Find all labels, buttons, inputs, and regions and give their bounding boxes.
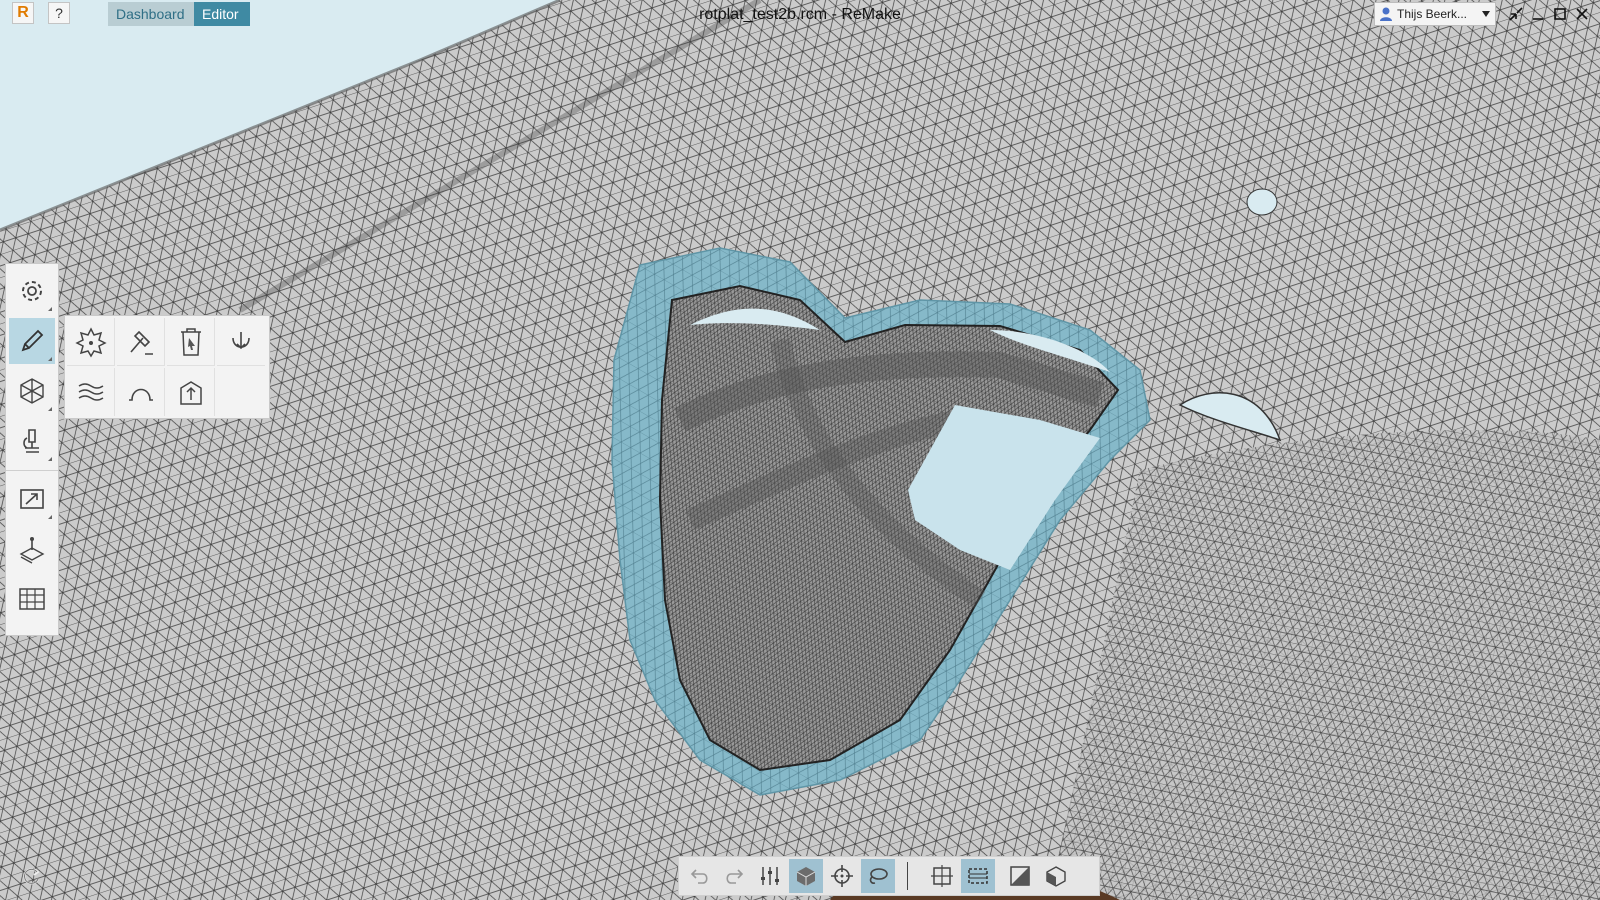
frame-button[interactable] <box>925 859 959 893</box>
maximize-button[interactable] <box>1549 3 1571 25</box>
user-menu[interactable]: Thijs Beerk... <box>1374 2 1496 26</box>
flyout-tool-2[interactable] <box>117 318 165 366</box>
tab-editor[interactable]: Editor <box>194 2 250 26</box>
viewport-3d[interactable] <box>0 0 1600 900</box>
lasso-select-button[interactable] <box>861 859 895 893</box>
flyout-tool-1[interactable] <box>67 318 115 366</box>
cube-icon <box>796 867 816 886</box>
flyout-tool-5[interactable] <box>67 368 115 416</box>
undo-button[interactable] <box>683 859 717 893</box>
frame-icon <box>931 865 953 887</box>
swirl-down-icon <box>232 331 250 349</box>
selection-box-icon <box>968 868 988 884</box>
close-button[interactable] <box>1571 3 1593 25</box>
close-icon <box>1576 8 1588 20</box>
mesh-scene <box>0 0 1600 900</box>
flyout-tool-7[interactable] <box>167 368 215 416</box>
user-name: Thijs Beerk... <box>1397 7 1468 21</box>
redo-icon <box>726 869 744 884</box>
pencil-icon <box>21 329 44 352</box>
flyout-tool-6[interactable] <box>117 368 165 416</box>
app-logo[interactable]: R <box>12 2 34 24</box>
bottom-toolbar <box>678 856 1100 896</box>
collapse-icon <box>1509 7 1523 21</box>
layer-pin-icon <box>19 537 45 564</box>
print-tool[interactable] <box>9 526 55 572</box>
user-icon <box>1380 7 1392 21</box>
settings-tool[interactable] <box>9 268 55 314</box>
redo-button[interactable] <box>717 859 751 893</box>
analyze-tool[interactable] <box>9 418 55 464</box>
hexagon-mesh-icon <box>20 378 44 404</box>
adjust-button[interactable] <box>753 859 787 893</box>
split-view-button[interactable] <box>1039 859 1073 893</box>
crosshair-icon <box>831 865 853 887</box>
collapse-button[interactable] <box>1505 3 1527 25</box>
hammer-icon <box>129 330 153 355</box>
flyout-tool-3[interactable] <box>167 318 215 366</box>
edit-tool[interactable] <box>9 318 55 364</box>
box-select-button[interactable] <box>961 859 995 893</box>
grid-table-icon <box>19 588 45 610</box>
undo-icon <box>690 869 708 884</box>
flyout-tool-4[interactable] <box>217 318 265 366</box>
left-toolbar <box>5 263 59 636</box>
minimize-icon <box>1533 18 1543 20</box>
window-title: rotplat_test2b.rcm - ReMake <box>699 6 901 23</box>
toolbar-divider <box>905 859 909 893</box>
tab-dashboard[interactable]: Dashboard <box>108 2 194 26</box>
microscope-icon <box>23 429 39 453</box>
arch-icon <box>128 388 153 401</box>
layout-tool[interactable] <box>9 576 55 622</box>
minimize-button[interactable] <box>1527 3 1549 25</box>
export-tool[interactable] <box>9 476 55 522</box>
chevron-down-icon <box>1482 11 1490 17</box>
mesh-tool[interactable] <box>9 368 55 414</box>
edit-tools-flyout <box>64 315 270 419</box>
extrude-up-icon <box>179 381 202 405</box>
sync-icon[interactable] <box>20 866 42 888</box>
gear-icon <box>22 281 42 301</box>
help-button[interactable]: ? <box>48 2 70 24</box>
solid-view-button[interactable] <box>789 859 823 893</box>
waves-icon <box>78 383 103 401</box>
half-cube-icon <box>1046 866 1066 887</box>
export-icon <box>20 489 44 509</box>
sliders-icon <box>761 867 779 885</box>
lasso-icon <box>869 868 888 884</box>
section-button[interactable] <box>1003 859 1037 893</box>
slice-icon <box>1010 866 1030 886</box>
logo-letter: R <box>17 4 29 21</box>
gear-burst-icon <box>74 326 107 357</box>
pivot-button[interactable] <box>825 859 859 893</box>
maximize-icon <box>1554 8 1566 20</box>
trash-select-icon <box>180 327 201 356</box>
